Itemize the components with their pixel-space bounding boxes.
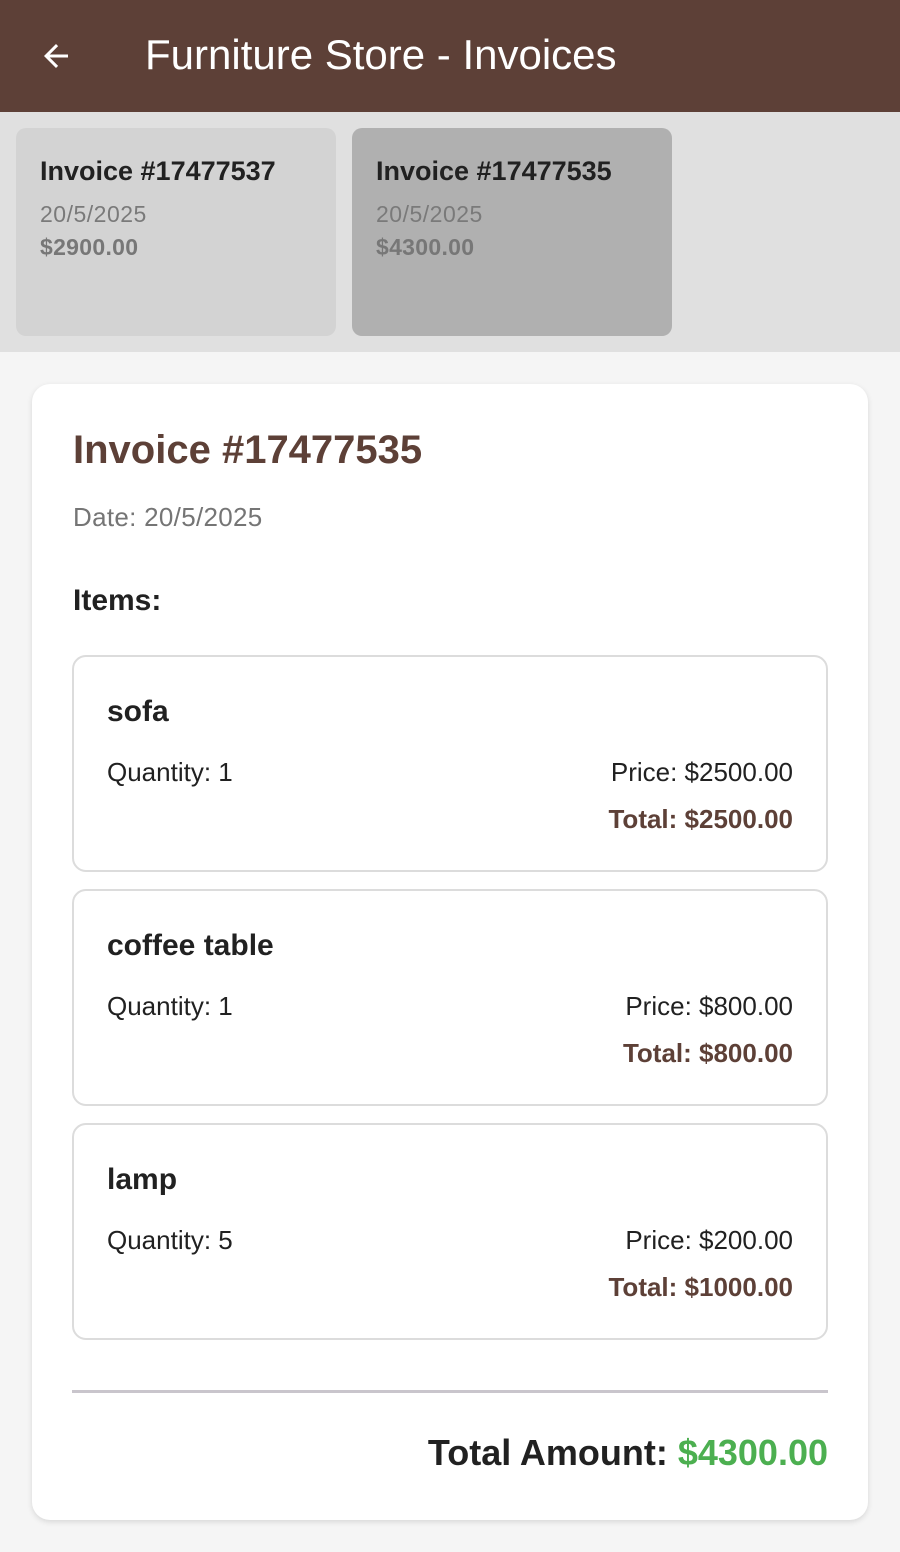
invoice-card-number: Invoice #17477535 xyxy=(376,156,612,186)
invoice-detail-card: Invoice #17477535 Date: 20/5/2025 Items:… xyxy=(32,384,868,1520)
total-amount-value: $4300.00 xyxy=(677,1432,828,1473)
item-name: sofa xyxy=(107,695,169,728)
item-total: Total: $800.00 xyxy=(622,1038,793,1068)
item-quantity: Quantity: 1 xyxy=(107,991,233,1021)
invoice-list: Invoice #17477537 20/5/2025 $2900.00 Inv… xyxy=(0,112,900,352)
invoice-card-amount: $2900.00 xyxy=(40,234,139,260)
invoice-card-number: Invoice #17477537 xyxy=(40,156,276,186)
invoice-card[interactable]: Invoice #17477537 20/5/2025 $2900.00 xyxy=(16,128,336,336)
arrow-left-icon xyxy=(44,44,68,68)
line-item: sofa Quantity: 1 Price: $2500.00 Total: … xyxy=(72,655,828,872)
invoice-card-date: 20/5/2025 xyxy=(376,201,483,227)
item-total: Total: $2500.00 xyxy=(608,804,793,834)
items-heading: Items: xyxy=(73,584,162,617)
total-amount: Total Amount: $4300.00 xyxy=(428,1432,828,1474)
item-name: lamp xyxy=(107,1163,178,1196)
invoice-card-selected[interactable]: Invoice #17477535 20/5/2025 $4300.00 xyxy=(352,128,672,336)
divider xyxy=(72,1390,828,1393)
invoice-card-amount: $4300.00 xyxy=(376,234,475,260)
page-title: Furniture Store - Invoices xyxy=(145,31,617,78)
item-price: Price: $200.00 xyxy=(625,1225,793,1255)
item-total: Total: $1000.00 xyxy=(608,1272,793,1302)
invoice-title: Invoice #17477535 xyxy=(73,428,423,472)
line-item: lamp Quantity: 5 Price: $200.00 Total: $… xyxy=(72,1123,828,1340)
item-quantity: Quantity: 1 xyxy=(107,757,233,787)
app-bar: Furniture Store - Invoices xyxy=(0,0,900,112)
item-price: Price: $800.00 xyxy=(625,991,793,1021)
line-item: coffee table Quantity: 1 Price: $800.00 … xyxy=(72,889,828,1106)
total-amount-label: Total Amount: xyxy=(427,1432,678,1473)
invoice-card-date: 20/5/2025 xyxy=(40,201,147,227)
item-name: coffee table xyxy=(107,929,274,962)
back-button[interactable] xyxy=(34,34,78,78)
item-quantity: Quantity: 5 xyxy=(107,1225,233,1255)
item-price: Price: $2500.00 xyxy=(610,757,793,787)
invoice-date: Date: 20/5/2025 xyxy=(73,502,263,532)
